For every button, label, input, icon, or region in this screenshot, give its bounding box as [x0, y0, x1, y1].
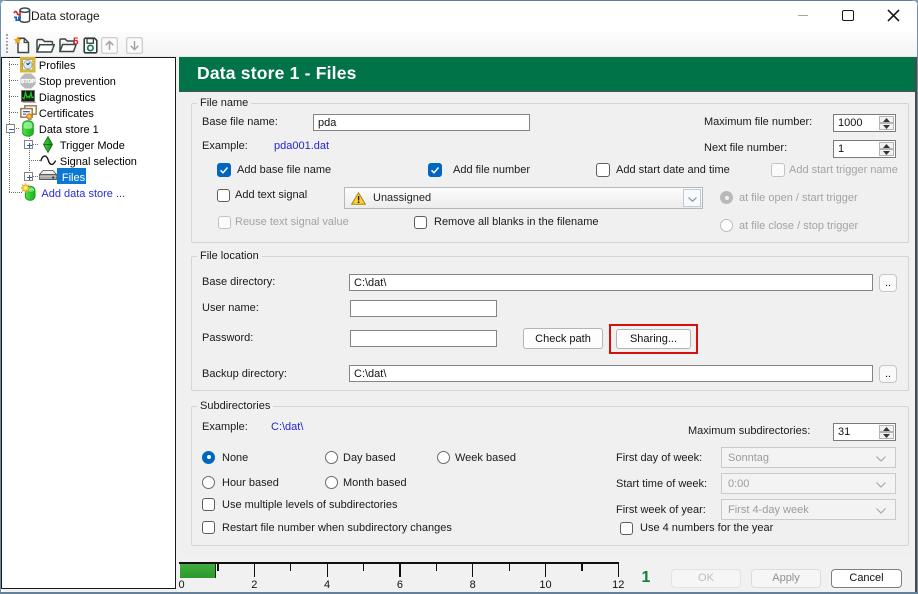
- svg-text:5: 5: [73, 37, 79, 48]
- svg-text:STOP: STOP: [21, 79, 36, 85]
